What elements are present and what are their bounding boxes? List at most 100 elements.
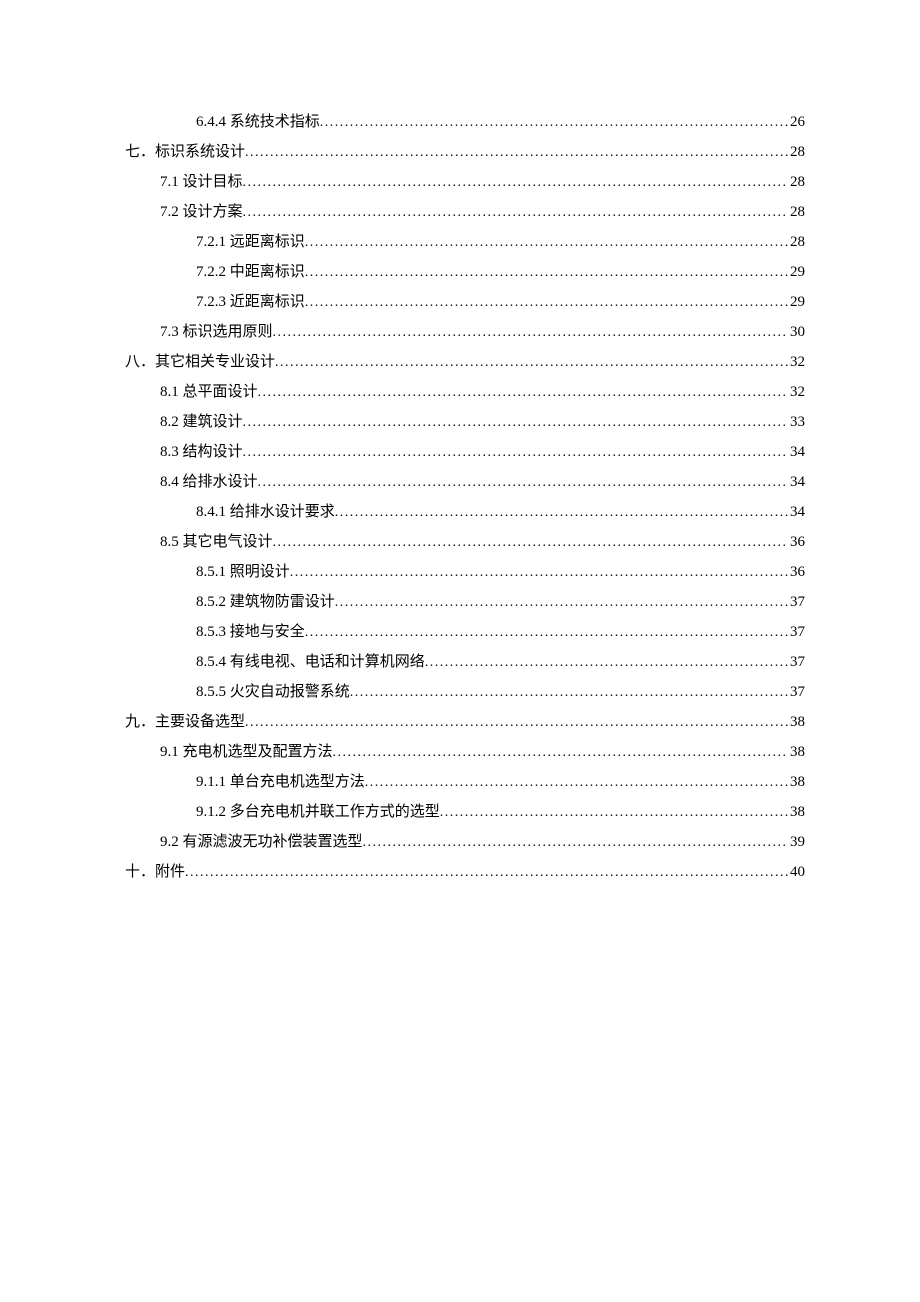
toc-entry-label: 7.2 设计方案 bbox=[160, 200, 243, 221]
toc-entry-leader bbox=[245, 715, 788, 731]
toc-entry[interactable]: 8.4.1 给排水设计要求 34 bbox=[125, 500, 805, 521]
toc-entry[interactable]: 9.1 充电机选型及配置方法 38 bbox=[125, 740, 805, 761]
toc-entry-leader bbox=[335, 505, 788, 521]
toc-entry-label: 十．附件 bbox=[125, 860, 185, 881]
toc-entry-label: 8.4 给排水设计 bbox=[160, 470, 258, 491]
toc-entry-label: 7.3 标识选用原则 bbox=[160, 320, 273, 341]
toc-entry-leader bbox=[243, 415, 788, 431]
toc-entry-leader bbox=[305, 295, 788, 311]
toc-entry-leader bbox=[305, 625, 788, 641]
toc-entry-leader bbox=[305, 265, 788, 281]
toc-entry-leader bbox=[275, 355, 788, 371]
toc-entry-label: 8.5.3 接地与安全 bbox=[196, 620, 305, 641]
toc-entry-page: 39 bbox=[788, 834, 805, 851]
toc-entry-label: 8.1 总平面设计 bbox=[160, 380, 258, 401]
toc-entry[interactable]: 8.5.3 接地与安全 37 bbox=[125, 620, 805, 641]
toc-entry[interactable]: 8.5 其它电气设计 36 bbox=[125, 530, 805, 551]
toc-entry-leader bbox=[245, 145, 788, 161]
toc-entry-page: 28 bbox=[788, 204, 805, 221]
toc-entry-leader bbox=[350, 685, 788, 701]
toc-entry-page: 33 bbox=[788, 414, 805, 431]
toc-entry-leader bbox=[258, 385, 788, 401]
toc-entry[interactable]: 七．标识系统设计 28 bbox=[125, 140, 805, 161]
toc-entry-label: 6.4.4 系统技术指标 bbox=[196, 110, 320, 131]
toc-entry-page: 26 bbox=[788, 114, 805, 131]
toc-entry-leader bbox=[243, 175, 788, 191]
toc-entry-label: 7.1 设计目标 bbox=[160, 170, 243, 191]
toc-entry-label: 7.2.2 中距离标识 bbox=[196, 260, 305, 281]
toc-entry-label: 8.3 结构设计 bbox=[160, 440, 243, 461]
toc-entry-label: 九．主要设备选型 bbox=[125, 710, 245, 731]
toc-entry[interactable]: 7.2 设计方案 28 bbox=[125, 200, 805, 221]
toc-entry-leader bbox=[425, 655, 788, 671]
toc-entry[interactable]: 6.4.4 系统技术指标 26 bbox=[125, 110, 805, 131]
toc-entry-page: 36 bbox=[788, 534, 805, 551]
toc-entry[interactable]: 九．主要设备选型 38 bbox=[125, 710, 805, 731]
toc-entry-label: 9.2 有源滤波无功补偿装置选型 bbox=[160, 830, 363, 851]
toc-entry-label: 8.5.2 建筑物防雷设计 bbox=[196, 590, 335, 611]
toc-entry-page: 32 bbox=[788, 354, 805, 371]
toc-entry-leader bbox=[335, 595, 788, 611]
toc-entry[interactable]: 7.1 设计目标 28 bbox=[125, 170, 805, 191]
toc-entry[interactable]: 8.5.5 火灾自动报警系统 37 bbox=[125, 680, 805, 701]
toc-entry-leader bbox=[290, 565, 788, 581]
toc-entry-label: 八．其它相关专业设计 bbox=[125, 350, 275, 371]
toc-entry-page: 38 bbox=[788, 714, 805, 731]
toc-entry-label: 8.5.5 火灾自动报警系统 bbox=[196, 680, 350, 701]
toc-entry[interactable]: 7.2.2 中距离标识 29 bbox=[125, 260, 805, 281]
toc-entry[interactable]: 9.1.1 单台充电机选型方法38 bbox=[125, 770, 805, 791]
toc-entry-leader bbox=[273, 325, 788, 341]
toc-entry[interactable]: 8.5.4 有线电视、电话和计算机网络 37 bbox=[125, 650, 805, 671]
toc-entry-page: 37 bbox=[788, 684, 805, 701]
toc-entry-page: 34 bbox=[788, 474, 805, 491]
toc-entry-leader bbox=[333, 745, 788, 761]
toc-entry[interactable]: 十．附件 40 bbox=[125, 860, 805, 881]
toc-entry[interactable]: 8.5.2 建筑物防雷设计 37 bbox=[125, 590, 805, 611]
toc-entry-page: 28 bbox=[788, 144, 805, 161]
toc-entry-page: 38 bbox=[788, 744, 805, 761]
toc-entry-page: 28 bbox=[788, 174, 805, 191]
toc-entry-label: 8.5 其它电气设计 bbox=[160, 530, 273, 551]
toc-entry-page: 34 bbox=[788, 444, 805, 461]
toc-entry-label: 8.2 建筑设计 bbox=[160, 410, 243, 431]
toc-entry-label: 9.1.1 单台充电机选型方法 bbox=[196, 770, 365, 791]
toc-entry[interactable]: 8.1 总平面设计32 bbox=[125, 380, 805, 401]
toc-entry-leader bbox=[273, 535, 788, 551]
toc-entry-leader bbox=[243, 445, 788, 461]
table-of-contents: 6.4.4 系统技术指标26七．标识系统设计287.1 设计目标287.2 设计… bbox=[125, 110, 805, 881]
toc-entry-page: 34 bbox=[788, 504, 805, 521]
toc-entry-label: 9.1.2 多台充电机并联工作方式的选型 bbox=[196, 800, 440, 821]
toc-entry[interactable]: 7.2.1 远距离标识 28 bbox=[125, 230, 805, 251]
toc-entry-label: 8.5.1 照明设计 bbox=[196, 560, 290, 581]
toc-entry[interactable]: 8.3 结构设计 34 bbox=[125, 440, 805, 461]
toc-entry[interactable]: 八．其它相关专业设计 32 bbox=[125, 350, 805, 371]
toc-entry-page: 37 bbox=[788, 624, 805, 641]
toc-entry-page: 40 bbox=[788, 864, 805, 881]
toc-entry-label: 8.4.1 给排水设计要求 bbox=[196, 500, 335, 521]
toc-entry[interactable]: 8.4 给排水设计 34 bbox=[125, 470, 805, 491]
toc-entry-leader bbox=[258, 475, 788, 491]
toc-entry-label: 8.5.4 有线电视、电话和计算机网络 bbox=[196, 650, 425, 671]
toc-entry[interactable]: 9.1.2 多台充电机并联工作方式的选型38 bbox=[125, 800, 805, 821]
toc-entry-page: 36 bbox=[788, 564, 805, 581]
toc-entry-label: 9.1 充电机选型及配置方法 bbox=[160, 740, 333, 761]
toc-entry-page: 28 bbox=[788, 234, 805, 251]
toc-entry-page: 30 bbox=[788, 324, 805, 341]
toc-entry-label: 七．标识系统设计 bbox=[125, 140, 245, 161]
toc-entry-page: 37 bbox=[788, 594, 805, 611]
toc-entry-leader bbox=[365, 775, 788, 791]
toc-entry-page: 29 bbox=[788, 264, 805, 281]
toc-entry[interactable]: 7.2.3 近距离标识29 bbox=[125, 290, 805, 311]
toc-entry[interactable]: 7.3 标识选用原则 30 bbox=[125, 320, 805, 341]
toc-entry-leader bbox=[305, 235, 788, 251]
toc-entry-label: 7.2.3 近距离标识 bbox=[196, 290, 305, 311]
toc-entry[interactable]: 8.5.1 照明设计 36 bbox=[125, 560, 805, 581]
toc-entry-leader bbox=[185, 865, 788, 881]
toc-entry-page: 37 bbox=[788, 654, 805, 671]
toc-entry-label: 7.2.1 远距离标识 bbox=[196, 230, 305, 251]
toc-entry-leader bbox=[440, 805, 788, 821]
toc-entry[interactable]: 8.2 建筑设计 33 bbox=[125, 410, 805, 431]
toc-entry-leader bbox=[243, 205, 788, 221]
toc-entry[interactable]: 9.2 有源滤波无功补偿装置选型 39 bbox=[125, 830, 805, 851]
toc-entry-leader bbox=[320, 115, 788, 131]
